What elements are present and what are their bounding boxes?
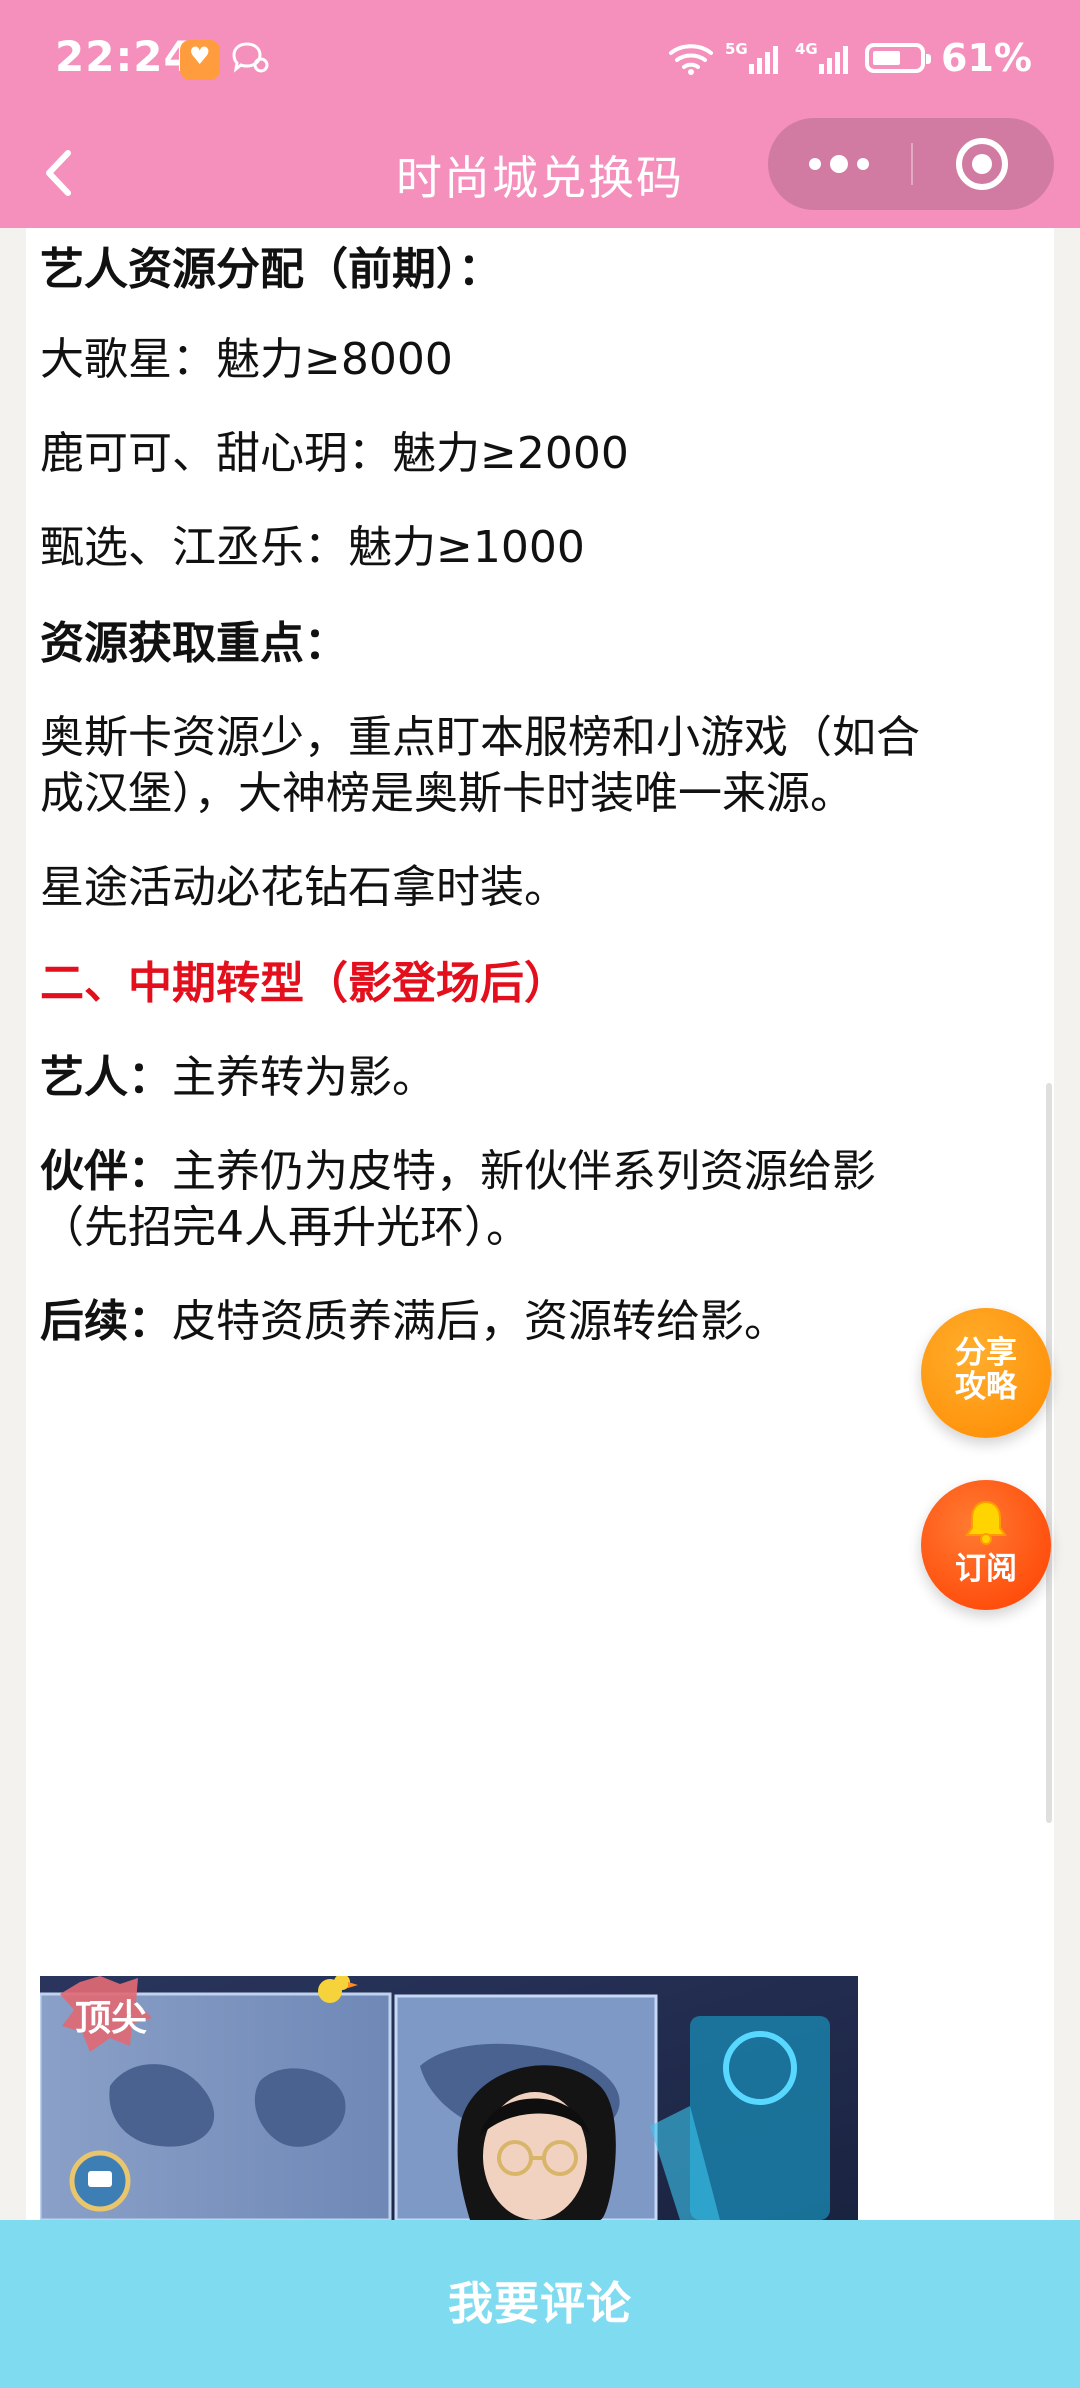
battery-percent: 61% — [941, 36, 1032, 80]
article-image: 顶尖 — [40, 1976, 858, 2220]
line-zhenxuan: 甄选、江丞乐：魅力≥1000 — [40, 522, 585, 573]
signal-4g-icon: 4G — [795, 40, 849, 74]
image-badge-text: 顶尖 — [75, 1998, 147, 2039]
subscribe-label: 订阅 — [955, 1551, 1017, 1587]
close-mini-program-button[interactable] — [911, 118, 1054, 210]
article-line: 后续：皮特资质养满后，资源转给影。 — [40, 1294, 788, 1350]
heading-resource-focus: 资源获取重点： — [40, 618, 348, 669]
mini-program-capsule — [768, 118, 1054, 210]
battery-level — [873, 51, 901, 65]
article-line: 大歌星：魅力≥8000 — [40, 332, 453, 388]
share-label-line2: 攻略 — [955, 1369, 1017, 1405]
wifi-icon — [669, 44, 714, 75]
text-followup: 皮特资质养满后，资源转给影。 — [172, 1296, 788, 1347]
signal-4g-label: 4G — [795, 40, 818, 58]
article-line: 奥斯卡资源少，重点盯本服榜和小游戏（如合 — [40, 710, 920, 766]
target-close-icon — [956, 138, 1008, 190]
signal-5g-icon: 5G — [725, 40, 779, 74]
text-partner-cont: （先招完4人再升光环）。 — [40, 1202, 530, 1253]
signal-5g-label: 5G — [725, 40, 748, 58]
scrollbar-thumb[interactable] — [1046, 1083, 1052, 1823]
article-line: 成汉堡），大神榜是奥斯卡时装唯一来源。 — [40, 766, 854, 822]
chat-notification-icon — [232, 42, 269, 73]
subscribe-button[interactable]: 订阅 — [921, 1480, 1051, 1610]
line-lu-keke: 鹿可可、甜心玥：魅力≥2000 — [40, 428, 629, 479]
line-big-star: 大歌星：魅力≥8000 — [40, 334, 453, 385]
line-star-route: 星途活动必花钻石拿时装。 — [40, 862, 568, 913]
label-followup: 后续： — [40, 1296, 172, 1347]
comment-button[interactable]: 我要评论 — [0, 2220, 1080, 2388]
article-line: （先招完4人再升光环）。 — [40, 1200, 530, 1256]
game-character-image: 顶尖 — [40, 1976, 858, 2220]
more-dots-icon — [809, 155, 869, 173]
heart-app-icon — [180, 40, 220, 80]
article-line: 艺人资源分配（前期）： — [40, 242, 502, 298]
battery-icon — [865, 43, 932, 73]
article-line: 鹿可可、甜心玥：魅力≥2000 — [40, 426, 629, 482]
line-oscar-2: 成汉堡），大神榜是奥斯卡时装唯一来源。 — [40, 768, 854, 819]
article-line: 甄选、江丞乐：魅力≥1000 — [40, 520, 585, 576]
article-line: 星途活动必花钻石拿时装。 — [40, 860, 568, 916]
article-content: 艺人资源分配（前期）： 大歌星：魅力≥8000 鹿可可、甜心玥：魅力≥2000 … — [26, 228, 1054, 2220]
bottom-comment-bar: 我要评论 — [0, 2220, 1080, 2388]
status-bar: 22:24 5G 4G 61% — [0, 0, 1080, 118]
bell-icon — [965, 1500, 1007, 1545]
article-line: 伙伴：主养仍为皮特，新伙伴系列资源给影 — [40, 1144, 876, 1200]
page-header: 时尚城兑换码 — [0, 118, 1080, 228]
section-midterm-title: 二、中期转型（影登场后） — [40, 958, 568, 1009]
text-artist: 主养转为影。 — [172, 1052, 436, 1103]
article-line: 艺人：主养转为影。 — [40, 1050, 436, 1106]
status-time: 22:24 — [55, 32, 194, 81]
status-right-group: 5G 4G 61% — [667, 30, 1032, 86]
share-label-line1: 分享 — [955, 1335, 1017, 1371]
article-line: 资源获取重点： — [40, 616, 348, 672]
line-oscar-1: 奥斯卡资源少，重点盯本服榜和小游戏（如合 — [40, 712, 920, 763]
heading-artist-resources: 艺人资源分配（前期）： — [40, 244, 502, 295]
label-partner: 伙伴： — [40, 1146, 172, 1197]
share-strategy-button[interactable]: 分享 攻略 — [921, 1308, 1051, 1438]
more-options-button[interactable] — [768, 118, 911, 210]
article-line: 二、中期转型（影登场后） — [40, 956, 568, 1012]
text-partner: 主养仍为皮特，新伙伴系列资源给影 — [172, 1146, 876, 1197]
label-artist: 艺人： — [40, 1052, 172, 1103]
